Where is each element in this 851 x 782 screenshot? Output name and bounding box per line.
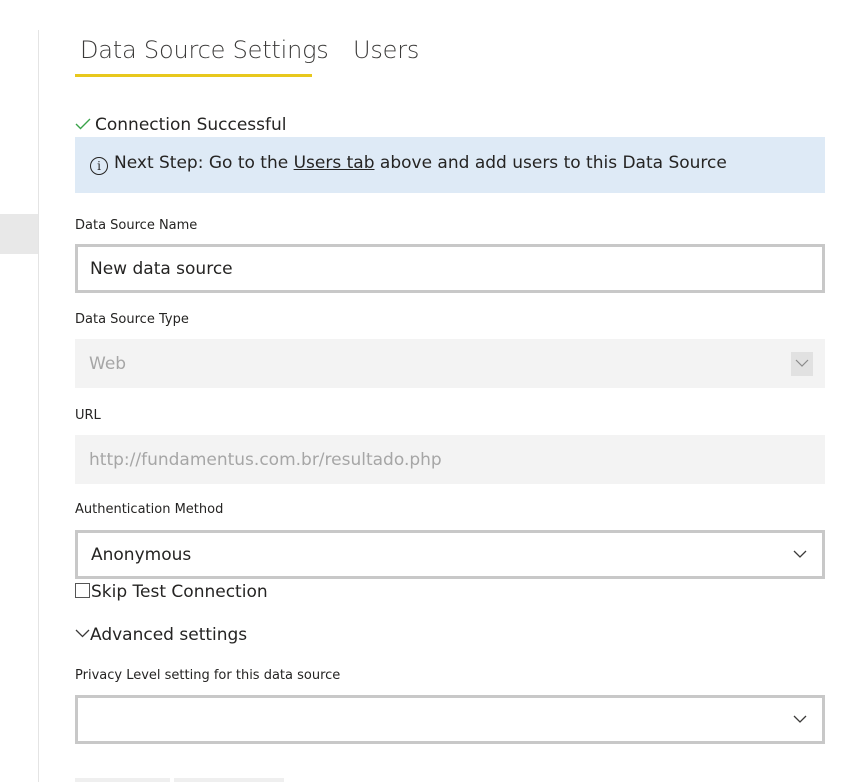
data-source-name-input[interactable]: New data source xyxy=(75,244,825,293)
info-prefix: Next Step: Go to the xyxy=(114,153,294,173)
data-source-type-value: Web xyxy=(89,354,127,374)
data-source-type-select: Web xyxy=(75,339,825,388)
auth-method-value: Anonymous xyxy=(91,545,192,565)
tab-users[interactable]: Users xyxy=(353,36,419,64)
chevron-down-icon xyxy=(791,352,813,376)
chevron-down-icon xyxy=(793,715,807,723)
skip-test-label: Skip Test Connection xyxy=(91,582,268,602)
info-icon: i xyxy=(90,157,108,175)
sidebar-divider xyxy=(38,30,39,782)
auth-method-label: Authentication Method xyxy=(75,502,224,517)
chevron-down-icon xyxy=(793,550,807,558)
chevron-down-icon xyxy=(75,629,90,638)
info-banner: i Next Step: Go to the Users tab above an… xyxy=(75,137,825,193)
skip-test-connection[interactable]: Skip Test Connection xyxy=(75,582,268,602)
auth-method-select[interactable]: Anonymous xyxy=(75,530,825,579)
info-suffix: above and add users to this Data Source xyxy=(374,153,727,173)
advanced-settings-toggle[interactable]: Advanced settings xyxy=(75,625,247,645)
connection-status: Connection Successful xyxy=(75,115,287,135)
connection-status-text: Connection Successful xyxy=(95,115,287,135)
url-label: URL xyxy=(75,408,101,423)
skip-test-checkbox[interactable] xyxy=(75,583,90,598)
tab-data-source-settings[interactable]: Data Source Settings xyxy=(80,36,329,64)
url-value: http://fundamentus.com.br/resultado.php xyxy=(89,450,442,470)
sidebar-selected-item[interactable] xyxy=(0,214,38,254)
data-source-type-label: Data Source Type xyxy=(75,312,189,327)
apply-button[interactable] xyxy=(75,778,170,782)
users-tab-link[interactable]: Users tab xyxy=(294,153,375,173)
advanced-settings-label: Advanced settings xyxy=(90,625,248,645)
url-input: http://fundamentus.com.br/resultado.php xyxy=(75,435,825,484)
active-tab-indicator xyxy=(75,74,312,77)
data-source-name-label: Data Source Name xyxy=(75,218,198,233)
privacy-level-select[interactable] xyxy=(75,695,825,744)
data-source-name-value: New data source xyxy=(90,259,233,279)
check-icon xyxy=(75,115,95,134)
discard-button[interactable] xyxy=(174,778,284,782)
privacy-level-label: Privacy Level setting for this data sour… xyxy=(75,668,341,683)
